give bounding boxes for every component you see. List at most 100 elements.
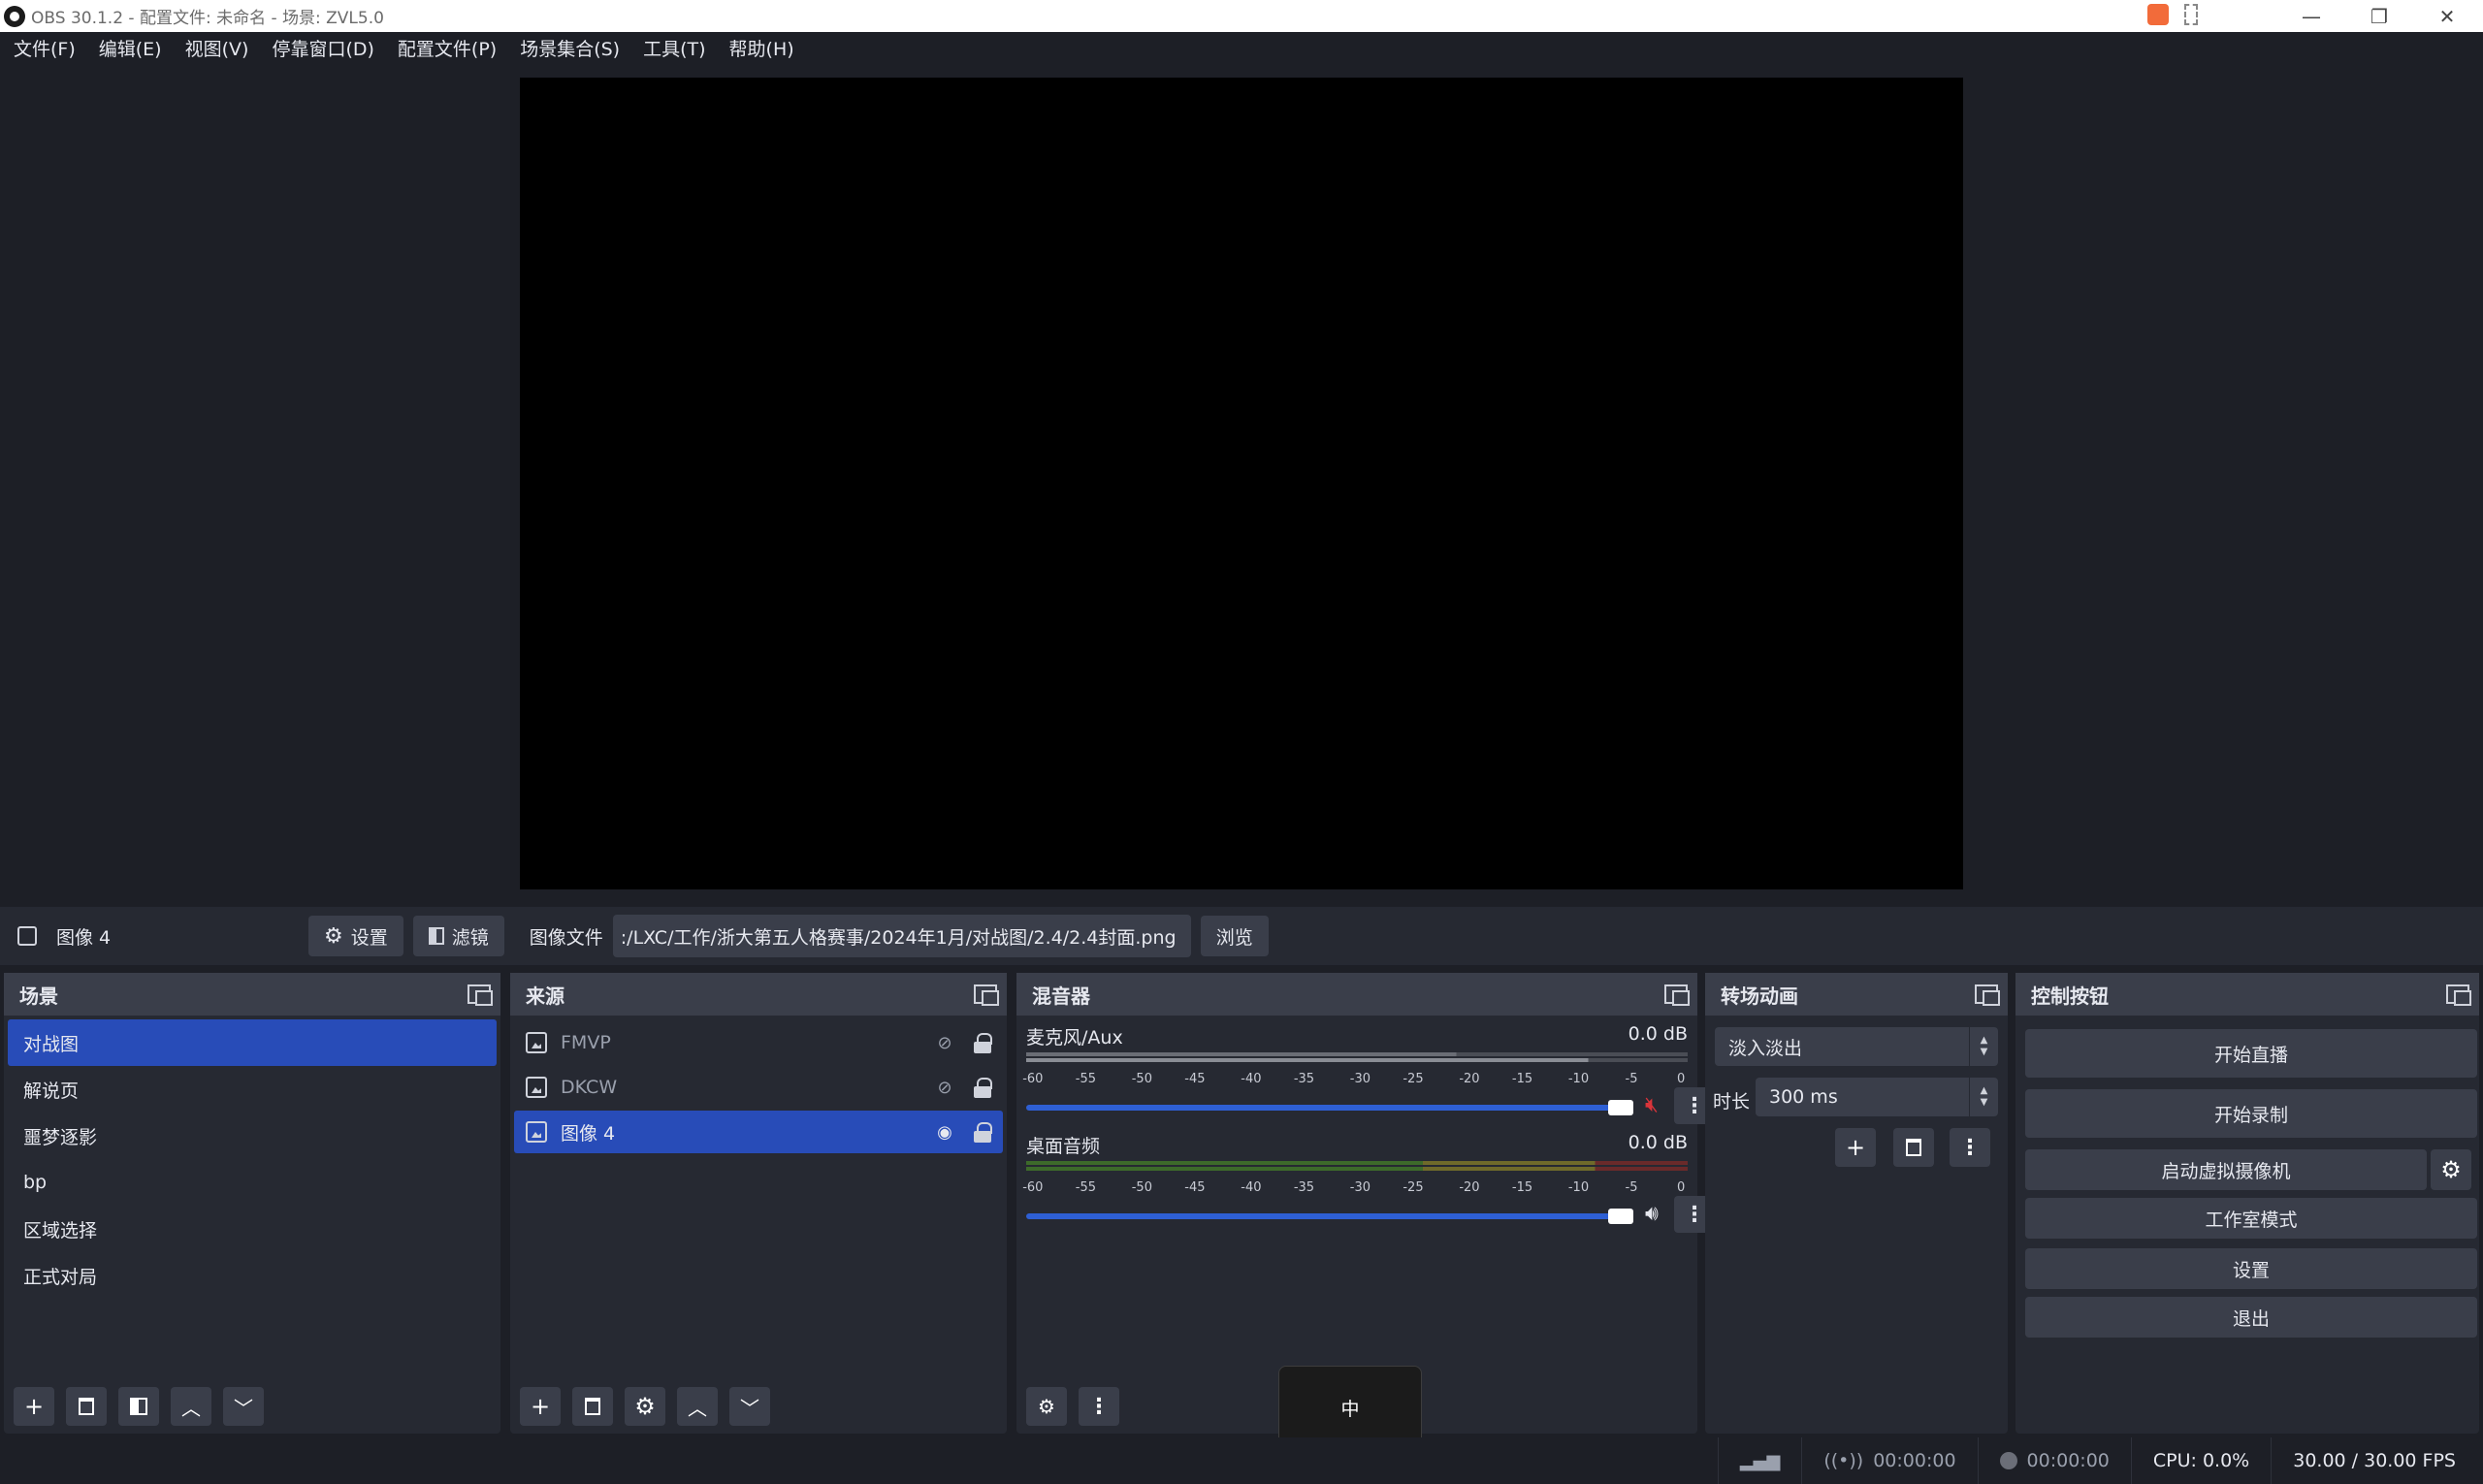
volume-meter — [1026, 1161, 1688, 1173]
studio-mode-button[interactable]: 工作室模式 — [2025, 1198, 2477, 1239]
menu-docks[interactable]: 停靠窗口(D) — [260, 32, 385, 67]
minimize-button[interactable]: — — [2277, 0, 2345, 32]
lock-icon[interactable] — [974, 1122, 992, 1143]
mixer-header: 混音器 — [1016, 973, 1697, 1016]
start-streaming-button[interactable]: 开始直播 — [2025, 1029, 2477, 1078]
move-source-down-button[interactable]: ﹀ — [729, 1387, 770, 1426]
source-item[interactable]: 图像 4 ◉ — [514, 1111, 1003, 1153]
volume-meter — [1026, 1052, 1688, 1064]
hidden-eye-icon[interactable]: ⊘ — [933, 1033, 956, 1053]
sources-title: 来源 — [526, 984, 564, 1008]
undock-icon[interactable] — [1664, 984, 1690, 1006]
scene-item[interactable]: 解说页 — [8, 1066, 497, 1113]
mixer-title: 混音器 — [1032, 984, 1090, 1008]
duration-spinbox[interactable]: 300 ms ▲ ▼ — [1756, 1078, 1998, 1116]
menu-view[interactable]: 视图(V) — [174, 32, 261, 67]
gears-icon: ⚙ — [1038, 1395, 1055, 1418]
source-properties-bar: 图像 4 ⚙ 设置 滤镜 图像文件 :/LXC/工作/浙大第五人格赛事/2024… — [0, 907, 2483, 965]
image-source-icon — [526, 1032, 547, 1053]
undock-icon[interactable] — [2446, 984, 2471, 1006]
source-item[interactable]: FMVP ⊘ — [514, 1021, 1003, 1064]
menu-help[interactable]: 帮助(H) — [718, 32, 806, 67]
scene-item[interactable]: 区域选择 — [8, 1206, 497, 1252]
muted-speaker-icon[interactable]: 🔇︎ — [1645, 1093, 1659, 1117]
menu-tools[interactable]: 工具(T) — [631, 32, 717, 67]
advanced-audio-button[interactable]: ⚙ — [1026, 1387, 1067, 1426]
program-preview[interactable] — [520, 78, 1963, 889]
screenshot-icon[interactable] — [2184, 4, 2198, 25]
image-source-icon — [17, 926, 37, 946]
start-recording-button[interactable]: 开始录制 — [2025, 1089, 2477, 1138]
settings-button[interactable]: 设置 — [2025, 1248, 2477, 1289]
transition-select[interactable]: 淡入淡出 ▲ ▼ — [1715, 1027, 1998, 1066]
mixer-menu-button[interactable]: ⋮ — [1079, 1387, 1119, 1426]
undock-icon[interactable] — [468, 984, 493, 1006]
remove-source-button[interactable] — [572, 1387, 613, 1426]
start-virtual-camera-button[interactable]: 启动虚拟摄像机 — [2025, 1149, 2427, 1190]
gear-icon: ⚙ — [324, 923, 343, 949]
hidden-eye-icon[interactable]: ⊘ — [933, 1078, 956, 1098]
source-settings-button[interactable]: ⚙ 设置 — [308, 916, 403, 956]
broadcast-icon: ((•)) — [1823, 1450, 1864, 1471]
scene-filters-button[interactable] — [118, 1387, 159, 1426]
undock-icon[interactable] — [1975, 984, 2000, 1006]
meter-scale: -60 -55 -50 -45 -40 -35 -30 -25 -20 -15 … — [1022, 1180, 1686, 1195]
menu-scene-collection[interactable]: 场景集合(S) — [508, 32, 631, 67]
scene-item[interactable]: bp — [8, 1159, 497, 1206]
image-source-icon — [526, 1077, 547, 1098]
network-status: ▂▄▆ — [1717, 1437, 1802, 1484]
source-filters-button[interactable]: 滤镜 — [412, 916, 504, 956]
controls-header: 控制按钮 — [2015, 973, 2479, 1016]
sources-header: 来源 — [510, 973, 1007, 1016]
volume-slider[interactable] — [1026, 1100, 1633, 1115]
browse-button[interactable]: 浏览 — [1200, 916, 1269, 956]
image-file-path[interactable]: :/LXC/工作/浙大第五人格赛事/2024年1月/对战图/2.4/2.4封面.… — [612, 915, 1191, 957]
audio-mixer-dock: 混音器 麦克风/Aux 0.0 dB -60 -55 -50 -45 -40 -… — [1016, 973, 1715, 1434]
menu-edit[interactable]: 编辑(E) — [87, 32, 174, 67]
input-method-icon[interactable] — [2147, 4, 2169, 25]
virtual-camera-settings-button[interactable]: ⚙ — [2431, 1149, 2471, 1190]
transitions-title: 转场动画 — [1721, 984, 1798, 1008]
mixer-channel: 桌面音频 0.0 dB -60 -55 -50 -45 -40 -35 -30 … — [1016, 1124, 1715, 1233]
exit-button[interactable]: 退出 — [2025, 1297, 2477, 1338]
volume-slider[interactable] — [1026, 1209, 1633, 1224]
duration-label: 时长 — [1713, 1091, 1751, 1113]
source-item[interactable]: DKCW ⊘ — [514, 1066, 1003, 1109]
transitions-dock: 转场动画 淡入淡出 ▲ ▼ 时长 300 ms ▲ ▼ + ⋮ — [1705, 973, 2008, 1434]
channel-name: 桌面音频 — [1026, 1136, 1101, 1157]
lock-icon[interactable] — [974, 1078, 992, 1098]
move-scene-down-button[interactable]: ﹀ — [223, 1387, 264, 1426]
menu-profile[interactable]: 配置文件(P) — [386, 32, 508, 67]
scene-item[interactable]: 对战图 — [8, 1019, 497, 1066]
source-properties-button[interactable]: ⚙ — [625, 1387, 665, 1426]
menu-bar: 文件(F) 编辑(E) 视图(V) 停靠窗口(D) 配置文件(P) 场景集合(S… — [0, 32, 2483, 67]
remove-scene-button[interactable] — [66, 1387, 107, 1426]
trash-icon — [1906, 1139, 1921, 1156]
visible-eye-icon[interactable]: ◉ — [933, 1122, 956, 1143]
move-scene-up-button[interactable]: ︿ — [171, 1387, 211, 1426]
transition-menu-button[interactable]: ⋮ — [1950, 1128, 1990, 1167]
obs-logo-icon — [4, 5, 25, 27]
record-time: 00:00:00 — [2026, 1450, 2110, 1471]
speaker-icon[interactable]: 🔊︎ — [1645, 1202, 1659, 1226]
close-button[interactable]: ✕ — [2413, 0, 2481, 32]
volume-slider-handle[interactable] — [1608, 1209, 1633, 1224]
scene-item[interactable]: 正式对局 — [8, 1252, 497, 1299]
add-transition-button[interactable]: + — [1835, 1128, 1876, 1167]
controls-dock: 控制按钮 开始直播 开始录制 启动虚拟摄像机 ⚙ 工作室模式 设置 退出 — [2015, 973, 2479, 1434]
menu-file[interactable]: 文件(F) — [0, 32, 87, 67]
restore-button[interactable]: ❐ — [2345, 0, 2413, 32]
add-source-button[interactable]: + — [520, 1387, 561, 1426]
scene-item[interactable]: 噩梦逐影 — [8, 1113, 497, 1159]
add-scene-button[interactable]: + — [14, 1387, 54, 1426]
status-bar: ▂▄▆ ((•)) 00:00:00 00:00:00 CPU: 0.0% 30… — [0, 1437, 2483, 1484]
lock-icon[interactable] — [974, 1033, 992, 1053]
trash-icon — [79, 1398, 94, 1415]
signal-bars-icon: ▂▄▆ — [1739, 1450, 1781, 1471]
move-source-up-button[interactable]: ︿ — [677, 1387, 718, 1426]
undock-icon[interactable] — [974, 984, 999, 1006]
remove-transition-button[interactable] — [1893, 1128, 1934, 1167]
gear-icon: ⚙ — [2440, 1156, 2462, 1183]
volume-slider-handle[interactable] — [1608, 1100, 1633, 1115]
trash-icon — [585, 1398, 600, 1415]
